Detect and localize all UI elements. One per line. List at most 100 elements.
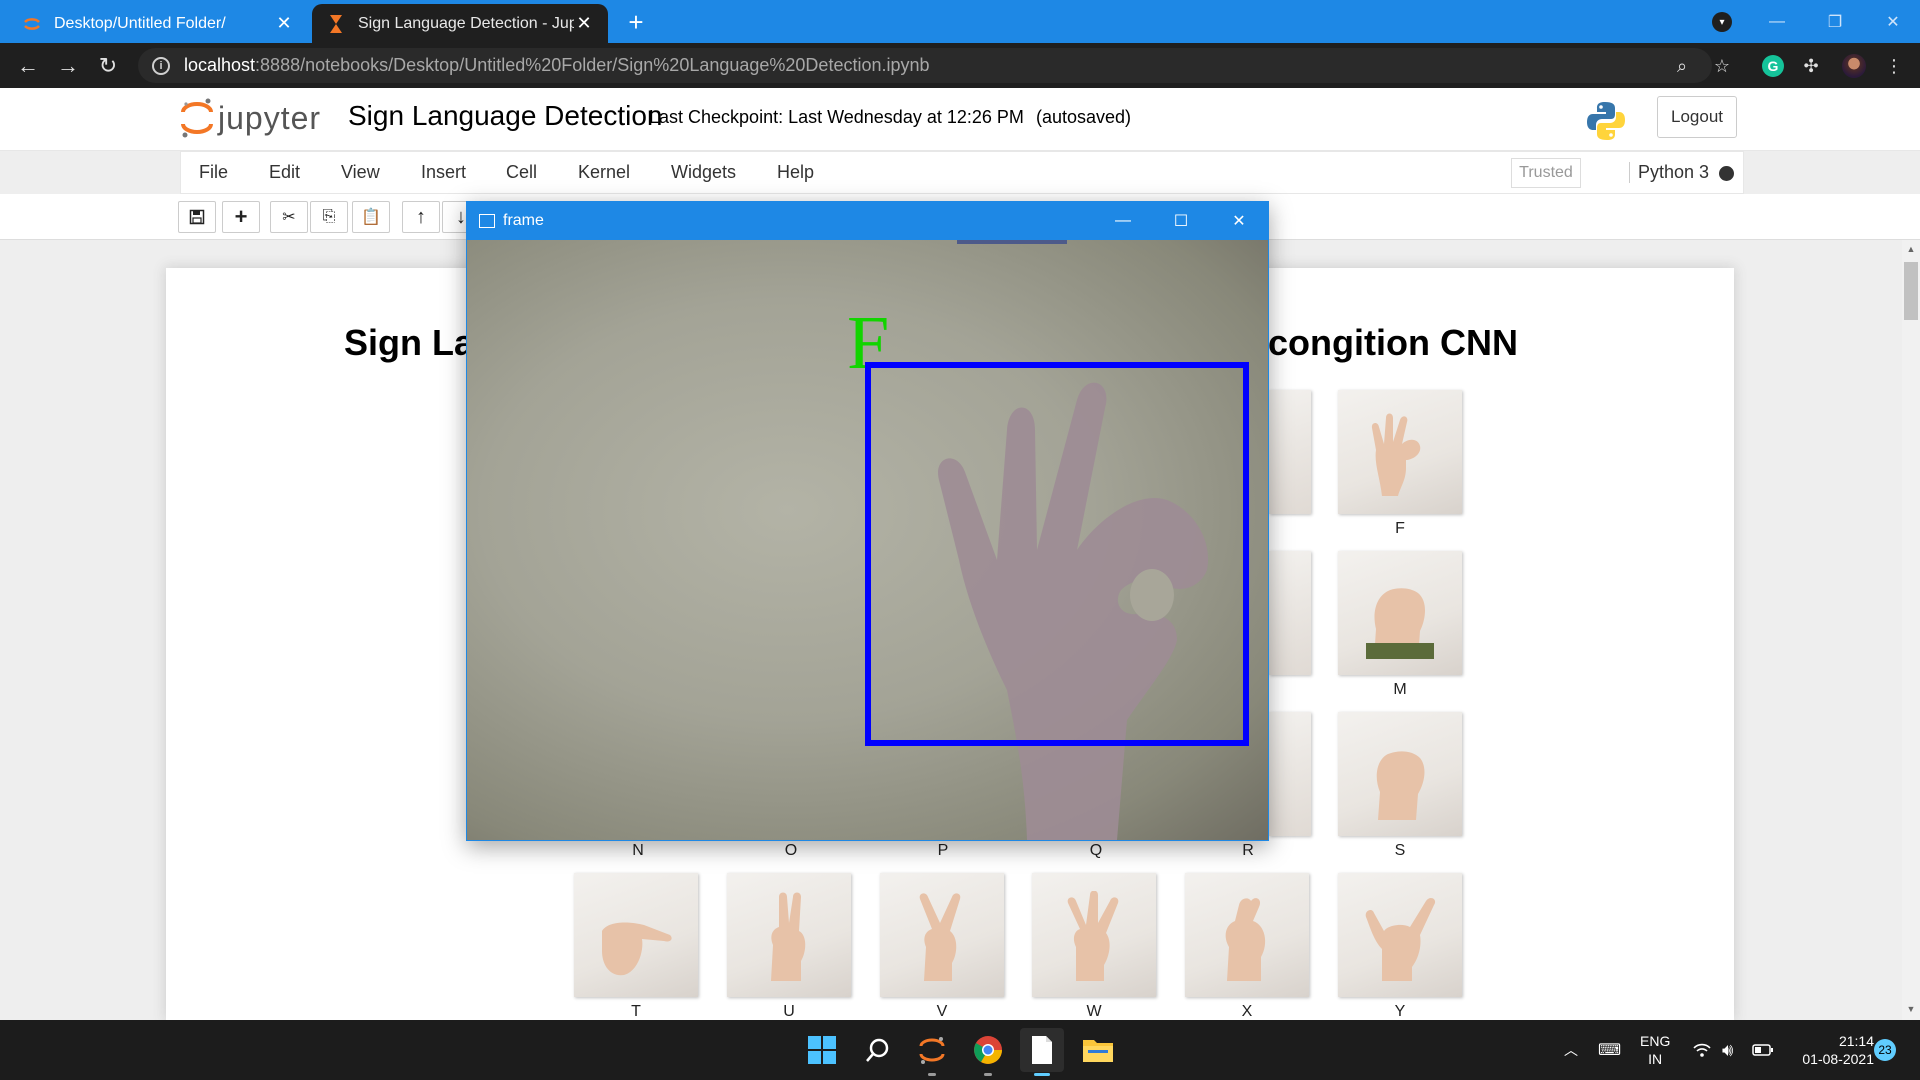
- taskbar-explorer-app[interactable]: [1076, 1028, 1120, 1072]
- cut-icon[interactable]: ✂: [270, 201, 308, 233]
- notification-badge[interactable]: 23: [1874, 1039, 1896, 1061]
- menu-insert[interactable]: Insert: [421, 162, 466, 183]
- sign-label-m: M: [1393, 681, 1407, 698]
- sign-label-f: F: [1395, 520, 1405, 537]
- volume-icon[interactable]: 🔊︎: [1722, 1020, 1733, 1080]
- zoom-icon[interactable]: ⌕: [1671, 55, 1693, 77]
- sign-image-f: [1338, 390, 1462, 514]
- minimize-button[interactable]: —: [1748, 0, 1806, 43]
- sign-label-n: N: [632, 842, 644, 859]
- profile-avatar[interactable]: [1842, 54, 1866, 78]
- page-scrollbar[interactable]: [1902, 240, 1920, 1020]
- tab-title: Desktop/Untitled Folder/: [54, 14, 226, 32]
- sign-image-e: [1269, 390, 1311, 514]
- sign-label-o: O: [784, 842, 798, 859]
- menu-cell[interactable]: Cell: [506, 162, 537, 183]
- sign-label-y: Y: [1394, 1003, 1406, 1020]
- scrollbar-thumb[interactable]: [1904, 262, 1918, 320]
- jupyter-menubar: File Edit View Insert Cell Kernel Widget…: [180, 151, 1744, 194]
- move-up-icon[interactable]: ↑: [402, 201, 440, 233]
- document-icon: [1032, 1036, 1052, 1064]
- menu-view[interactable]: View: [341, 162, 380, 183]
- frame-window-title: frame: [503, 212, 544, 229]
- keyboard-icon[interactable]: ⌨: [1598, 1020, 1621, 1080]
- roi-bounding-box: [865, 362, 1249, 746]
- language-indicator[interactable]: ENG IN: [1640, 1032, 1670, 1068]
- browser-tab-bar: Desktop/Untitled Folder/ ✕ Sign Language…: [0, 0, 1920, 43]
- trusted-badge[interactable]: Trusted: [1511, 158, 1581, 188]
- close-icon[interactable]: ✕: [274, 13, 294, 34]
- grammarly-extension-icon[interactable]: G: [1762, 55, 1784, 77]
- logout-button[interactable]: Logout: [1657, 96, 1737, 138]
- frame-close-button[interactable]: ✕: [1210, 202, 1268, 240]
- clock[interactable]: 21:14 01-08-2021: [1792, 1032, 1874, 1068]
- jupyter-favicon-icon: [22, 14, 42, 34]
- url-input[interactable]: i localhost:8888/notebooks/Desktop/Untit…: [138, 48, 1712, 83]
- battery-icon[interactable]: [1752, 1020, 1774, 1080]
- windows-logo-icon: [808, 1036, 836, 1064]
- tab-search-icon[interactable]: ▾: [1712, 12, 1732, 32]
- sign-image-x: [1185, 873, 1309, 997]
- bookmark-star-icon[interactable]: ☆: [1711, 55, 1733, 77]
- scroll-up-icon[interactable]: ▲: [1904, 244, 1918, 258]
- jupyter-logo-icon: [181, 98, 213, 138]
- search-button[interactable]: [856, 1028, 900, 1072]
- jupyter-header: jupyter Sign Language Detection Last Che…: [0, 88, 1920, 151]
- jupyter-logo-text: jupyter: [218, 99, 322, 136]
- menu-help[interactable]: Help: [777, 162, 814, 183]
- running-indicator: [928, 1073, 936, 1076]
- notebook-heading-left: Sign La: [344, 322, 475, 363]
- paste-icon[interactable]: 📋: [352, 201, 390, 233]
- running-indicator: [984, 1073, 992, 1076]
- new-tab-button[interactable]: +: [620, 6, 652, 38]
- sign-label-v: V: [936, 1003, 948, 1020]
- windows-taskbar: ︿ ⌨ ENG IN 🔊︎ 21:14 01-08-2021 23: [0, 1020, 1920, 1080]
- frame-titlebar[interactable]: frame — ☐ ✕: [467, 202, 1268, 240]
- extensions-puzzle-icon[interactable]: ✣: [1800, 55, 1822, 77]
- show-hidden-icons[interactable]: ︿: [1564, 1020, 1578, 1080]
- restore-button[interactable]: ❐: [1806, 0, 1864, 43]
- taskbar-jupyter-app[interactable]: [910, 1028, 954, 1076]
- sign-label-r: R: [1242, 842, 1254, 859]
- folder-icon: [1083, 1040, 1113, 1062]
- sign-image-v: [880, 873, 1004, 997]
- start-button[interactable]: [800, 1028, 844, 1072]
- save-icon[interactable]: [178, 201, 216, 233]
- close-window-button[interactable]: ✕: [1864, 0, 1920, 43]
- site-info-icon[interactable]: i: [152, 56, 170, 75]
- jupyter-logo[interactable]: jupyter: [180, 96, 321, 140]
- sign-image-s: [1338, 712, 1462, 836]
- insert-cell-icon[interactable]: +: [222, 201, 260, 233]
- sign-label-p: P: [937, 842, 949, 859]
- hourglass-icon: [326, 14, 346, 34]
- wifi-icon[interactable]: [1692, 1020, 1712, 1080]
- frame-maximize-button[interactable]: ☐: [1152, 202, 1210, 240]
- clock-time: 21:14: [1838, 1033, 1874, 1049]
- sign-label-t: T: [631, 1003, 641, 1020]
- tab-desktop-folder[interactable]: Desktop/Untitled Folder/ ✕: [8, 4, 308, 43]
- taskbar-frame-app[interactable]: [1020, 1028, 1064, 1076]
- taskbar-chrome-app[interactable]: [966, 1028, 1010, 1076]
- webcam-feed: F: [467, 240, 1268, 840]
- copy-icon[interactable]: ⎘: [310, 201, 348, 233]
- jupyter-app-icon: [919, 1037, 945, 1064]
- search-icon: [866, 1038, 889, 1062]
- notebook-name[interactable]: Sign Language Detection: [348, 100, 662, 132]
- back-arrow-icon[interactable]: ←: [12, 50, 44, 82]
- browser-menu-icon[interactable]: ⋮: [1883, 55, 1905, 77]
- forward-arrow-icon[interactable]: →: [52, 50, 84, 82]
- menu-file[interactable]: File: [199, 162, 228, 183]
- close-icon[interactable]: ✕: [574, 13, 594, 34]
- scroll-down-icon[interactable]: ▼: [1904, 1004, 1918, 1018]
- kernel-name: Python 3: [1629, 162, 1709, 183]
- frame-minimize-button[interactable]: —: [1094, 202, 1152, 240]
- tab-sign-language-detection[interactable]: Sign Language Detection - Jupyter ✕: [312, 4, 608, 43]
- menu-widgets[interactable]: Widgets: [671, 162, 736, 183]
- sign-image-w: [1032, 873, 1156, 997]
- frame-window[interactable]: frame — ☐ ✕ F: [466, 201, 1269, 841]
- sign-image-l: [1269, 551, 1311, 675]
- menu-edit[interactable]: Edit: [269, 162, 300, 183]
- menu-kernel[interactable]: Kernel: [578, 162, 630, 183]
- shelf-edge: [957, 240, 1067, 244]
- reload-icon[interactable]: ↻: [92, 50, 124, 82]
